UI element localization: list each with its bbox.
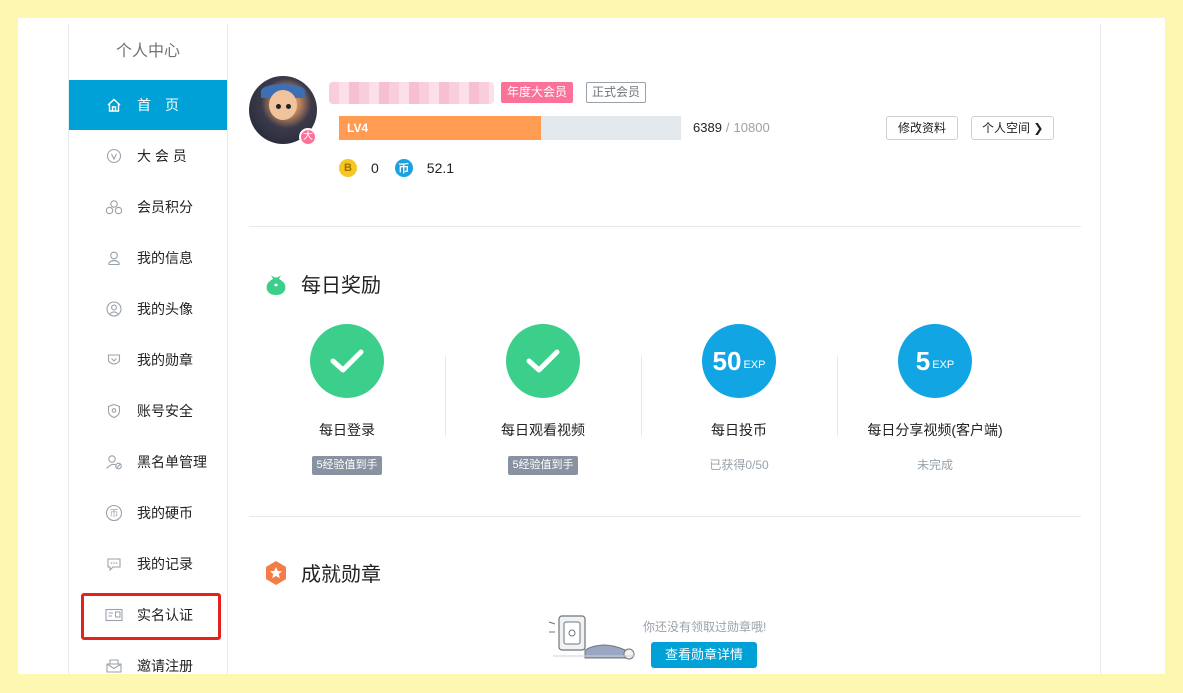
coin-balances: B 0 币 52.1 [339,159,454,177]
sidebar-item-label: 邀请注册 [137,657,193,674]
sidebar-item-records[interactable]: 我的记录 [69,538,227,589]
record-icon [105,555,123,573]
coin-icon: 币 [394,159,413,177]
edit-profile-button[interactable]: 修改资料 [886,116,959,140]
sidebar-item-coins[interactable]: 币 我的硬币 [69,487,227,538]
avatar-icon [105,300,123,318]
user-info-icon [105,249,123,267]
sidebar-title: 个人中心 [115,43,180,60]
svg-text:币: 币 [109,508,118,519]
exp-unit: EXP [932,359,955,371]
sidebar-item-label: 黑名单管理 [137,453,207,470]
task-status: 未完成 [916,458,953,472]
formal-member-badge: 正式会员 [586,82,647,103]
coin-amount: 52.1 [426,160,455,176]
points-icon [105,198,123,216]
daily-tasks: 每日登录 5经验值到手 每日观看视频 5经验值到手 50 EXP 每日投币 已获得… [249,324,1081,494]
sidebar-item-label: 我的头像 [137,300,193,317]
level-progress-fill [339,116,541,140]
sidebar-item-label: 首页 [137,97,193,113]
exp-value: 5 [915,345,931,376]
achievement-empty-state: 你还没有领取过勋章哦! 查看勋章详情 [545,610,845,674]
exp-unit: EXP [743,359,766,371]
achievement-title: 成就勋章 [263,558,381,587]
vip-icon [105,147,123,165]
sidebar-item-medal[interactable]: 我的勋章 [69,334,227,385]
sidebar-item-label: 我的信息 [137,249,193,266]
sidebar-item-label: 大 会 员 [137,147,187,164]
sidebar-item-vip[interactable]: 大 会 员 [69,130,227,181]
exp-max: 10800 [733,120,770,135]
daily-reward-title: 每日奖励 [263,269,381,298]
medal-icon [105,351,123,369]
level-label: LV4 [347,121,369,135]
money-bag-icon [263,271,289,297]
sidebar-item-label: 我的硬币 [137,504,193,521]
b-coin-amount: 0 [371,160,379,176]
task-daily-coin: 50 EXP 每日投币 已获得0/50 [641,324,837,473]
view-medal-details-button[interactable]: 查看勋章详情 [651,642,758,668]
task-reward-badge: 5经验值到手 [508,456,578,475]
task-complete-icon [506,324,580,398]
sidebar-item-label: 账号安全 [137,402,193,419]
sidebar-item-info[interactable]: 我的信息 [69,232,227,283]
sidebar-item-label: 我的记录 [137,555,193,572]
exp-readout: 6389/10800 [693,120,770,135]
star-badge-icon [263,560,289,586]
annual-vip-badge[interactable]: 年度大会员 [501,82,574,103]
sidebar-item-security[interactable]: 账号安全 [69,385,227,436]
task-name: 每日观看视频 [501,422,585,438]
level-progress-bar: LV4 [339,116,681,140]
task-exp-icon: 50 EXP [702,324,776,398]
task-watch-video: 每日观看视频 5经验值到手 [445,324,641,475]
task-daily-login: 每日登录 5经验值到手 [249,324,445,475]
avatar-eye [286,104,291,109]
exp-separator: / [725,120,730,135]
task-complete-icon [310,324,384,398]
task-name: 每日投币 [711,422,767,438]
sidebar-item-label: 会员积分 [137,198,193,215]
exp-value: 50 [712,345,742,376]
home-icon [105,96,123,114]
personal-space-button[interactable]: 个人空间 ❯ [971,116,1055,140]
task-share-video: 5 EXP 每日分享视频(客户端) 未完成 [837,324,1033,473]
invite-icon [105,657,123,675]
b-coin-icon: B [339,159,357,177]
username-blurred [329,82,494,104]
id-card-icon [105,606,123,624]
daily-reward-heading: 每日奖励 [301,275,381,297]
task-status: 已获得0/50 [709,458,769,472]
achievement-heading: 成就勋章 [301,564,381,586]
vip-dot-badge: 大 [299,128,317,146]
sidebar-item-label: 我的勋章 [137,351,193,368]
main-panel: 大 年度大会员 正式会员 LV4 6389/10800 修改资料 个人空间 ❯ … [229,24,1101,674]
task-exp-icon: 5 EXP [898,324,972,398]
task-reward-badge: 5经验值到手 [312,456,382,475]
sidebar-item-points[interactable]: 会员积分 [69,181,227,232]
avatar-eye [276,104,281,109]
avatar-face [269,90,297,120]
page-canvas: 个人中心 首页 大 会 员 会员积分 我的信息 我的头像 我的勋章 账号安全 黑… [18,18,1165,674]
sidebar-item-realname[interactable]: 实名认证 [69,589,227,640]
sidebar-item-home[interactable]: 首页 [69,80,227,130]
sidebar-item-invite[interactable]: 邀请注册 [69,640,227,674]
sidebar-item-blacklist[interactable]: 黑名单管理 [69,436,227,487]
exp-current: 6389 [693,120,722,135]
empty-message: 你还没有领取过勋章哦! [643,620,767,634]
sidebar-item-label: 实名认证 [137,606,193,623]
divider [249,516,1081,517]
coin-icon: 币 [105,504,123,522]
task-name: 每日登录 [319,422,375,438]
shield-icon [105,402,123,420]
blacklist-icon [105,453,123,471]
task-name: 每日分享视频(客户端) [867,422,1003,438]
sidebar: 个人中心 首页 大 会 员 会员积分 我的信息 我的头像 我的勋章 账号安全 黑… [68,24,228,674]
sidebar-item-avatar[interactable]: 我的头像 [69,283,227,334]
divider [249,226,1081,227]
